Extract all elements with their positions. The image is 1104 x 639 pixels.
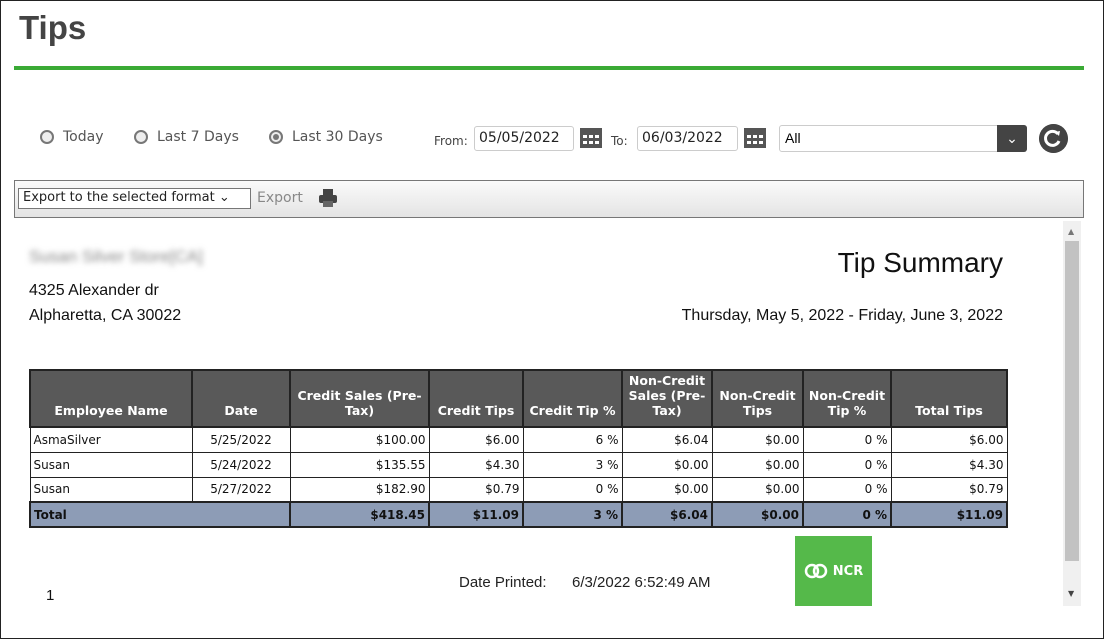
radio-today[interactable]: Today (40, 129, 104, 145)
store-name: Susan Silver Store[CA] (29, 247, 203, 266)
table-cell: 0 % (802, 426, 892, 453)
calendar-icon[interactable] (743, 126, 767, 150)
table-cell: $0.00 (621, 476, 713, 503)
report-date-range: Thursday, May 5, 2022 - Friday, June 3, … (681, 307, 1003, 324)
table-cell: 6 % (522, 426, 623, 453)
total-cell: $6.04 (621, 501, 713, 528)
radio-label: Today (63, 129, 104, 145)
store-address-line1: 4325 Alexander dr (29, 282, 159, 299)
print-icon[interactable] (318, 188, 338, 208)
table-cell: $6.04 (621, 426, 713, 453)
table-row: Susan 5/24/2022 $135.55 $4.30 3 % $0.00 $0.00 0… (29, 451, 1008, 478)
total-cell: 3 % (522, 501, 623, 528)
tip-summary-table: Employee Name Date Credit Sales (Pre-Tax) C… (29, 369, 1008, 528)
radio-last-30-days[interactable]: Last 30 Days (269, 129, 383, 145)
date-printed-label: Date Printed: (459, 574, 547, 591)
table-cell: $4.30 (428, 451, 524, 478)
from-date-input[interactable]: 05/05/2022 (474, 126, 574, 151)
column-header: Employee Name (29, 369, 193, 428)
radio-selected-icon (269, 130, 283, 144)
column-header: Date (191, 369, 291, 428)
table-cell: $6.00 (428, 426, 524, 453)
column-header: Credit Sales (Pre-Tax) (289, 369, 430, 428)
table-row: AsmaSilver 5/25/2022 $100.00 $6.00 6 % $6.04 $… (29, 426, 1008, 453)
table-cell: $100.00 (289, 426, 430, 453)
column-header: Non-Credit Tip % (802, 369, 892, 428)
table-cell: 5/25/2022 (191, 426, 291, 453)
column-header: Total Tips (890, 369, 1008, 428)
scrollbar-thumb[interactable] (1065, 241, 1079, 561)
column-header: Non-Credit Sales (Pre-Tax) (621, 369, 713, 428)
radio-icon (40, 130, 54, 144)
date-printed-value: 6/3/2022 6:52:49 AM (572, 574, 711, 591)
page-number: 1 (46, 587, 55, 604)
table-cell: $0.00 (711, 451, 804, 478)
total-cell: $0.00 (711, 501, 804, 528)
scroll-up-icon[interactable]: ▲ (1068, 227, 1074, 236)
table-cell: 0 % (802, 476, 892, 503)
table-cell: $4.30 (890, 451, 1008, 478)
to-date-input[interactable]: 06/03/2022 (637, 126, 738, 151)
table-cell: 5/24/2022 (191, 451, 291, 478)
total-row: Total $418.45 $11.09 3 % $6.04 $0.00 0 % $11.09 (29, 501, 1008, 528)
table-cell: $0.79 (890, 476, 1008, 503)
table-cell: 0 % (802, 451, 892, 478)
column-header: Credit Tips (428, 369, 524, 428)
table-cell: $135.55 (289, 451, 430, 478)
ncr-logo: NCR (795, 536, 872, 606)
calendar-icon[interactable] (579, 126, 603, 150)
employee-select[interactable]: All ⌄ (779, 125, 1027, 152)
table-cell: $0.00 (621, 451, 713, 478)
export-format-value: Export to the selected format (23, 190, 215, 205)
report-toolbar: Export to the selected format ⌄ Export (14, 180, 1084, 218)
radio-label: Last 30 Days (292, 129, 383, 145)
total-cell: $11.09 (428, 501, 524, 528)
table-cell: $0.00 (711, 476, 804, 503)
total-cell: Total (29, 501, 291, 528)
table-cell: 3 % (522, 451, 623, 478)
employee-select-value: All (785, 130, 801, 146)
export-button[interactable]: Export (257, 190, 303, 206)
scroll-down-icon[interactable]: ▼ (1068, 589, 1074, 598)
scrollbar[interactable]: ▲ ▼ (1063, 221, 1081, 606)
refresh-icon[interactable] (1039, 124, 1068, 153)
ncr-logo-icon (804, 563, 828, 579)
from-label: From: (434, 134, 468, 148)
radio-last-7-days[interactable]: Last 7 Days (134, 129, 239, 145)
report-title: Tip Summary (837, 247, 1003, 278)
table-cell: $0.00 (711, 426, 804, 453)
column-header: Non-Credit Tips (711, 369, 804, 428)
title-divider (14, 66, 1084, 70)
table-cell: $182.90 (289, 476, 430, 503)
table-cell: AsmaSilver (29, 426, 193, 453)
column-header: Credit Tip % (522, 369, 623, 428)
total-cell: 0 % (802, 501, 892, 528)
radio-icon (134, 130, 148, 144)
export-format-select[interactable]: Export to the selected format ⌄ (18, 188, 251, 209)
radio-label: Last 7 Days (157, 129, 239, 145)
to-label: To: (611, 134, 628, 148)
total-cell: $11.09 (890, 501, 1008, 528)
table-cell: Susan (29, 476, 193, 503)
table-row: Susan 5/27/2022 $182.90 $0.79 0 % $0.00 $0.00 0… (29, 476, 1008, 503)
table-cell: $0.79 (428, 476, 524, 503)
table-cell: $6.00 (890, 426, 1008, 453)
chevron-down-icon: ⌄ (218, 190, 230, 205)
table-cell: 5/27/2022 (191, 476, 291, 503)
page-title: Tips (19, 9, 87, 46)
chevron-down-icon[interactable]: ⌄ (997, 125, 1027, 152)
table-cell: Susan (29, 451, 193, 478)
total-cell: $418.45 (289, 501, 430, 528)
table-cell: 0 % (522, 476, 623, 503)
store-address-line2: Alpharetta, CA 30022 (29, 307, 182, 324)
